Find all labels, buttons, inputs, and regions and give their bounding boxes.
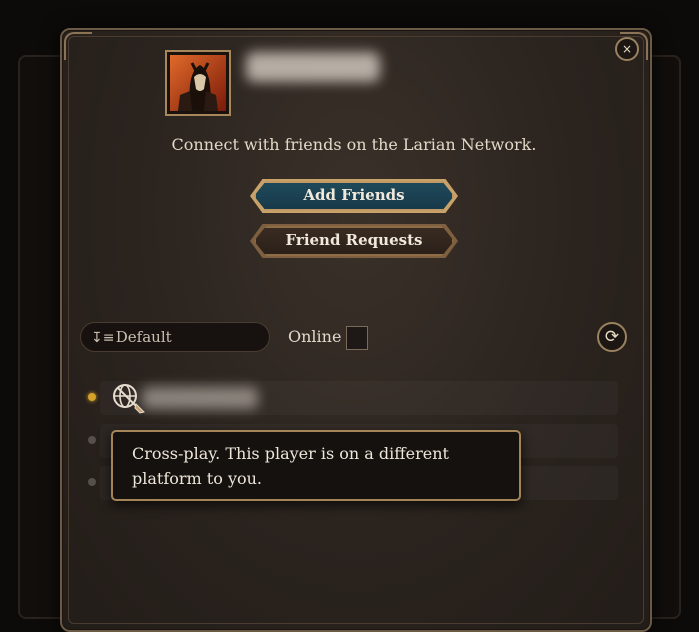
friend-name-redacted (142, 387, 258, 409)
friend-requests-button[interactable]: Friend Requests (254, 226, 454, 256)
username-redacted (246, 52, 380, 82)
crossplay-tooltip: Cross-play. This player is on a differen… (111, 430, 521, 501)
offline-status-dot (88, 436, 96, 444)
character-portrait-icon (170, 55, 226, 111)
corner-ornament-left (64, 32, 92, 60)
tagline-text: Connect with friends on the Larian Netwo… (171, 135, 537, 154)
online-filter-label: Online (288, 327, 342, 346)
add-friends-button[interactable]: Add Friends (254, 181, 454, 211)
sort-value: Default (115, 328, 172, 346)
online-filter-checkbox[interactable] (346, 326, 368, 350)
friend-row[interactable] (88, 381, 618, 415)
close-button[interactable]: × (615, 37, 639, 61)
online-status-dot (88, 393, 96, 401)
refresh-button[interactable]: ⟳ (597, 322, 627, 352)
sort-icon: ↧≡ (91, 330, 115, 346)
avatar (165, 50, 231, 116)
sort-dropdown[interactable]: ↧≡ Default (80, 322, 270, 352)
offline-status-dot (88, 478, 96, 486)
